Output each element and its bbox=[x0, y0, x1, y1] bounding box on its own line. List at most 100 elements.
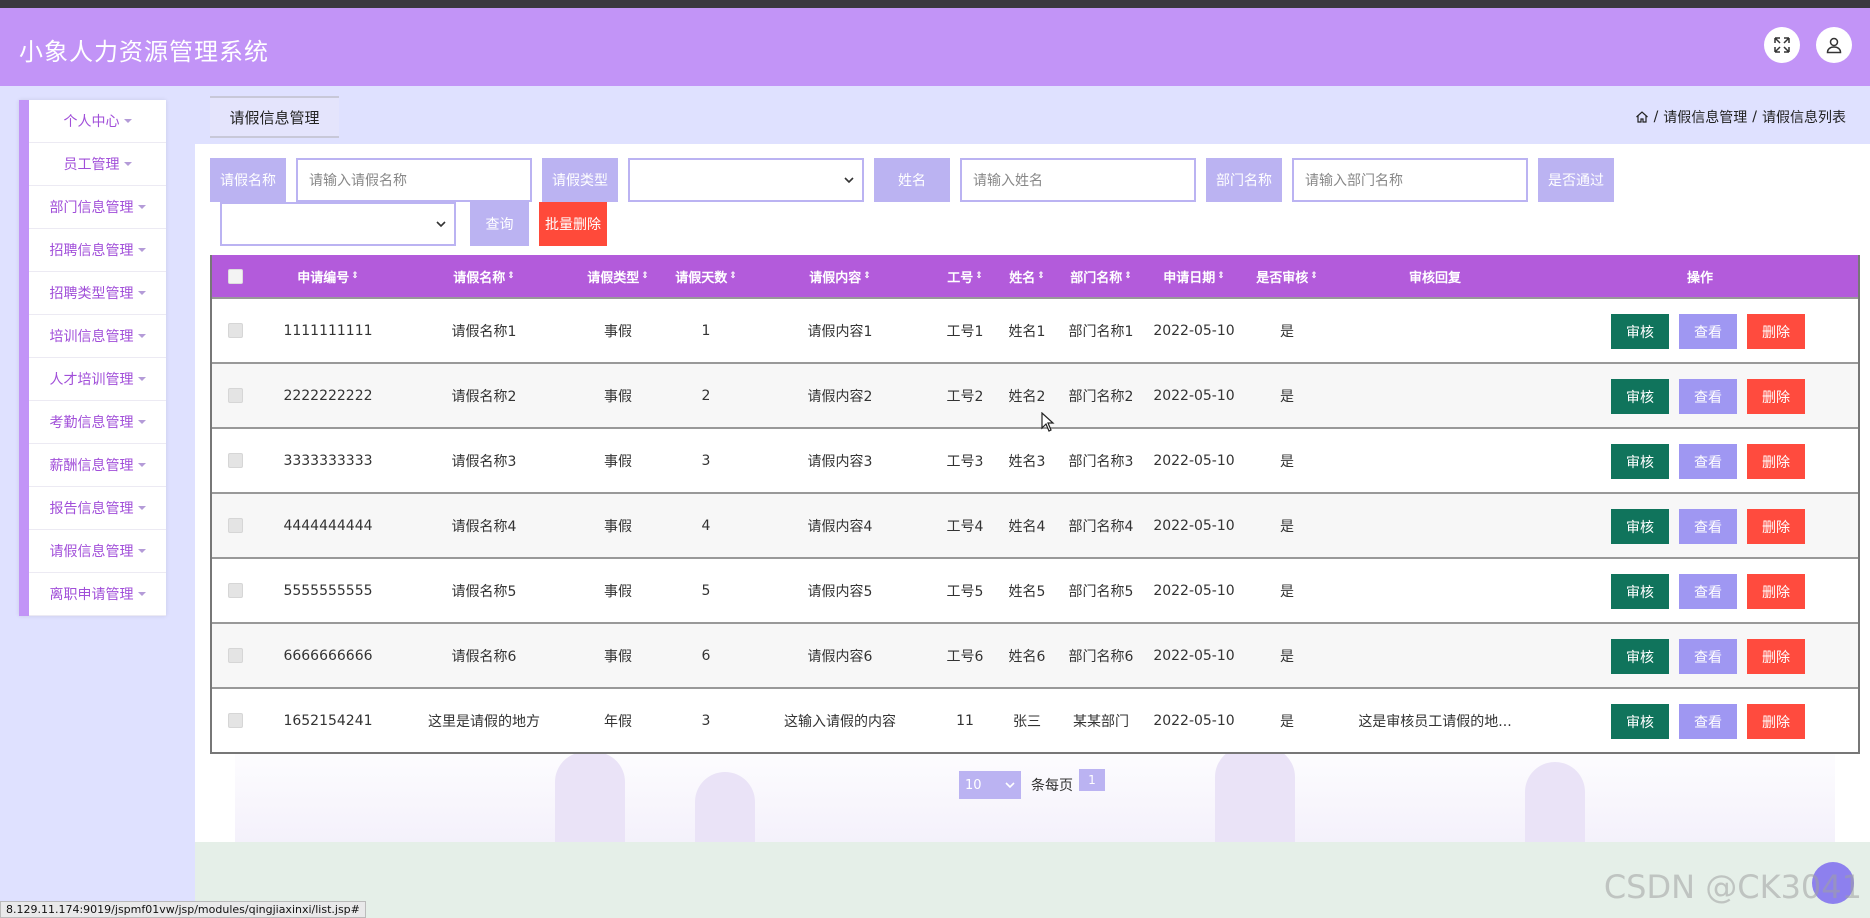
leave-name-input[interactable]: 请输入请假名称 bbox=[296, 158, 532, 202]
cell-id: 1111111111 bbox=[283, 322, 373, 339]
table-row: 2222222222 请假名称2 事假 2 请假内容2 工号2 姓名2 部门名称2 2022-0… bbox=[212, 362, 1858, 427]
row-checkbox[interactable] bbox=[227, 713, 243, 728]
sidebar-item-5[interactable]: 培训信息管理 bbox=[29, 315, 166, 358]
header-days[interactable]: 请假天数 ⇕ bbox=[666, 255, 746, 297]
sidebar-item-2[interactable]: 部门信息管理 bbox=[29, 186, 166, 229]
sidebar-item-10[interactable]: 请假信息管理 bbox=[29, 530, 166, 573]
row-checkbox[interactable] bbox=[227, 388, 243, 403]
row-checkbox[interactable] bbox=[227, 453, 243, 468]
review-button[interactable]: 审核 bbox=[1611, 314, 1669, 349]
cell-days: 3 bbox=[701, 712, 711, 729]
delete-button[interactable]: 删除 bbox=[1747, 704, 1805, 739]
review-button[interactable]: 审核 bbox=[1611, 639, 1669, 674]
view-button[interactable]: 查看 bbox=[1679, 379, 1737, 414]
view-button[interactable]: 查看 bbox=[1679, 444, 1737, 479]
row-checkbox[interactable] bbox=[227, 648, 243, 663]
cell-name: 请假名称6 bbox=[451, 648, 517, 665]
cell-date: 2022-05-10 bbox=[1153, 517, 1235, 534]
select-all-checkbox[interactable] bbox=[227, 268, 243, 284]
view-button[interactable]: 查看 bbox=[1679, 574, 1737, 609]
cell-id: 5555555555 bbox=[283, 582, 373, 599]
cell-person: 姓名5 bbox=[1008, 583, 1046, 600]
cell-reviewed: 是 bbox=[1280, 453, 1294, 470]
view-button[interactable]: 查看 bbox=[1679, 704, 1737, 739]
view-button[interactable]: 查看 bbox=[1679, 639, 1737, 674]
table-row: 5555555555 请假名称5 事假 5 请假内容5 工号5 姓名5 部门名称5 2022-0… bbox=[212, 557, 1858, 622]
row-checkbox[interactable] bbox=[227, 583, 243, 598]
delete-button[interactable]: 删除 bbox=[1747, 639, 1805, 674]
delete-button[interactable]: 删除 bbox=[1747, 574, 1805, 609]
page-size-value: 10 bbox=[965, 777, 982, 793]
batch-delete-button[interactable]: 批量删除 bbox=[539, 202, 607, 246]
user-button[interactable] bbox=[1816, 27, 1852, 63]
leave-type-select[interactable] bbox=[628, 158, 864, 202]
dept-name-input[interactable]: 请输入部门名称 bbox=[1292, 158, 1528, 202]
sidebar-item-1[interactable]: 员工管理 bbox=[29, 143, 166, 186]
sidebar-item-7[interactable]: 考勤信息管理 bbox=[29, 401, 166, 444]
header-name[interactable]: 请假名称 ⇕ bbox=[398, 255, 570, 297]
passed-select[interactable] bbox=[220, 202, 456, 246]
caret-down-icon bbox=[137, 592, 146, 596]
query-button[interactable]: 查询 bbox=[470, 202, 529, 246]
cell-dept: 某某部门 bbox=[1073, 713, 1129, 730]
cell-empno: 工号4 bbox=[946, 518, 984, 535]
sidebar-item-4[interactable]: 招聘类型管理 bbox=[29, 272, 166, 315]
cell-empno: 工号6 bbox=[946, 648, 984, 665]
table-row: 1111111111 请假名称1 事假 1 请假内容1 工号1 姓名1 部门名称1 2022-0… bbox=[212, 297, 1858, 362]
header-reply: 审核回复 bbox=[1408, 270, 1461, 286]
view-button[interactable]: 查看 bbox=[1679, 314, 1737, 349]
review-button[interactable]: 审核 bbox=[1611, 379, 1669, 414]
delete-button[interactable]: 删除 bbox=[1747, 509, 1805, 544]
delete-button[interactable]: 删除 bbox=[1747, 314, 1805, 349]
review-button[interactable]: 审核 bbox=[1611, 574, 1669, 609]
sidebar-item-label: 员工管理 bbox=[63, 157, 120, 173]
sidebar-item-3[interactable]: 招聘信息管理 bbox=[29, 229, 166, 272]
cell-type: 事假 bbox=[604, 583, 632, 600]
sidebar-item-9[interactable]: 报告信息管理 bbox=[29, 487, 166, 530]
sidebar-item-8[interactable]: 薪酬信息管理 bbox=[29, 444, 166, 487]
sidebar-item-label: 培训信息管理 bbox=[49, 329, 134, 345]
header-person[interactable]: 姓名 ⇕ bbox=[996, 255, 1058, 297]
sidebar-item-0[interactable]: 个人中心 bbox=[29, 100, 166, 143]
breadcrumb-level2: 请假信息列表 bbox=[1762, 110, 1846, 126]
person-name-input[interactable]: 请输入姓名 bbox=[960, 158, 1196, 202]
header-content[interactable]: 请假内容 ⇕ bbox=[746, 255, 934, 297]
cell-days: 3 bbox=[701, 452, 711, 469]
caret-down-icon bbox=[137, 420, 146, 424]
header-id[interactable]: 申请编号 ⇕ bbox=[258, 255, 398, 297]
caret-down-icon bbox=[137, 205, 146, 209]
header-dept[interactable]: 部门名称 ⇕ bbox=[1058, 255, 1144, 297]
page-size-select[interactable]: 10 bbox=[959, 771, 1021, 799]
sidebar-item-label: 考勤信息管理 bbox=[49, 415, 134, 431]
breadcrumb-level1[interactable]: 请假信息管理 bbox=[1663, 107, 1747, 127]
cell-reply bbox=[1330, 299, 1540, 362]
page-number-1[interactable]: 1 bbox=[1079, 769, 1105, 791]
cell-type: 事假 bbox=[604, 388, 632, 405]
home-icon[interactable] bbox=[1635, 110, 1649, 124]
cell-type: 事假 bbox=[604, 453, 632, 470]
caret-down-icon bbox=[137, 291, 146, 295]
review-button[interactable]: 审核 bbox=[1611, 509, 1669, 544]
row-checkbox[interactable] bbox=[227, 323, 243, 338]
chevron-down-icon bbox=[1005, 782, 1015, 789]
sidebar-item-11[interactable]: 离职申请管理 bbox=[29, 573, 166, 616]
header-empno[interactable]: 工号 ⇕ bbox=[934, 255, 996, 297]
sidebar-item-6[interactable]: 人才培训管理 bbox=[29, 358, 166, 401]
breadcrumb: / 请假信息管理 / 请假信息列表 bbox=[1635, 107, 1846, 127]
view-button[interactable]: 查看 bbox=[1679, 509, 1737, 544]
dept-name-label: 部门名称 bbox=[1206, 158, 1282, 202]
header-date[interactable]: 申请日期 ⇕ bbox=[1144, 255, 1244, 297]
review-button[interactable]: 审核 bbox=[1611, 704, 1669, 739]
cell-reviewed: 是 bbox=[1280, 583, 1294, 600]
header-reviewed[interactable]: 是否审核 ⇕ bbox=[1244, 255, 1330, 297]
fullscreen-button[interactable] bbox=[1764, 27, 1800, 63]
review-button[interactable]: 审核 bbox=[1611, 444, 1669, 479]
cell-name: 请假名称2 bbox=[451, 388, 517, 405]
row-checkbox[interactable] bbox=[227, 518, 243, 533]
delete-button[interactable]: 删除 bbox=[1747, 444, 1805, 479]
tab-leave-management[interactable]: 请假信息管理 bbox=[210, 96, 339, 138]
sidebar-item-label: 薪酬信息管理 bbox=[49, 458, 134, 474]
cell-reply bbox=[1330, 364, 1540, 427]
delete-button[interactable]: 删除 bbox=[1747, 379, 1805, 414]
header-type[interactable]: 请假类型 ⇕ bbox=[570, 255, 666, 297]
